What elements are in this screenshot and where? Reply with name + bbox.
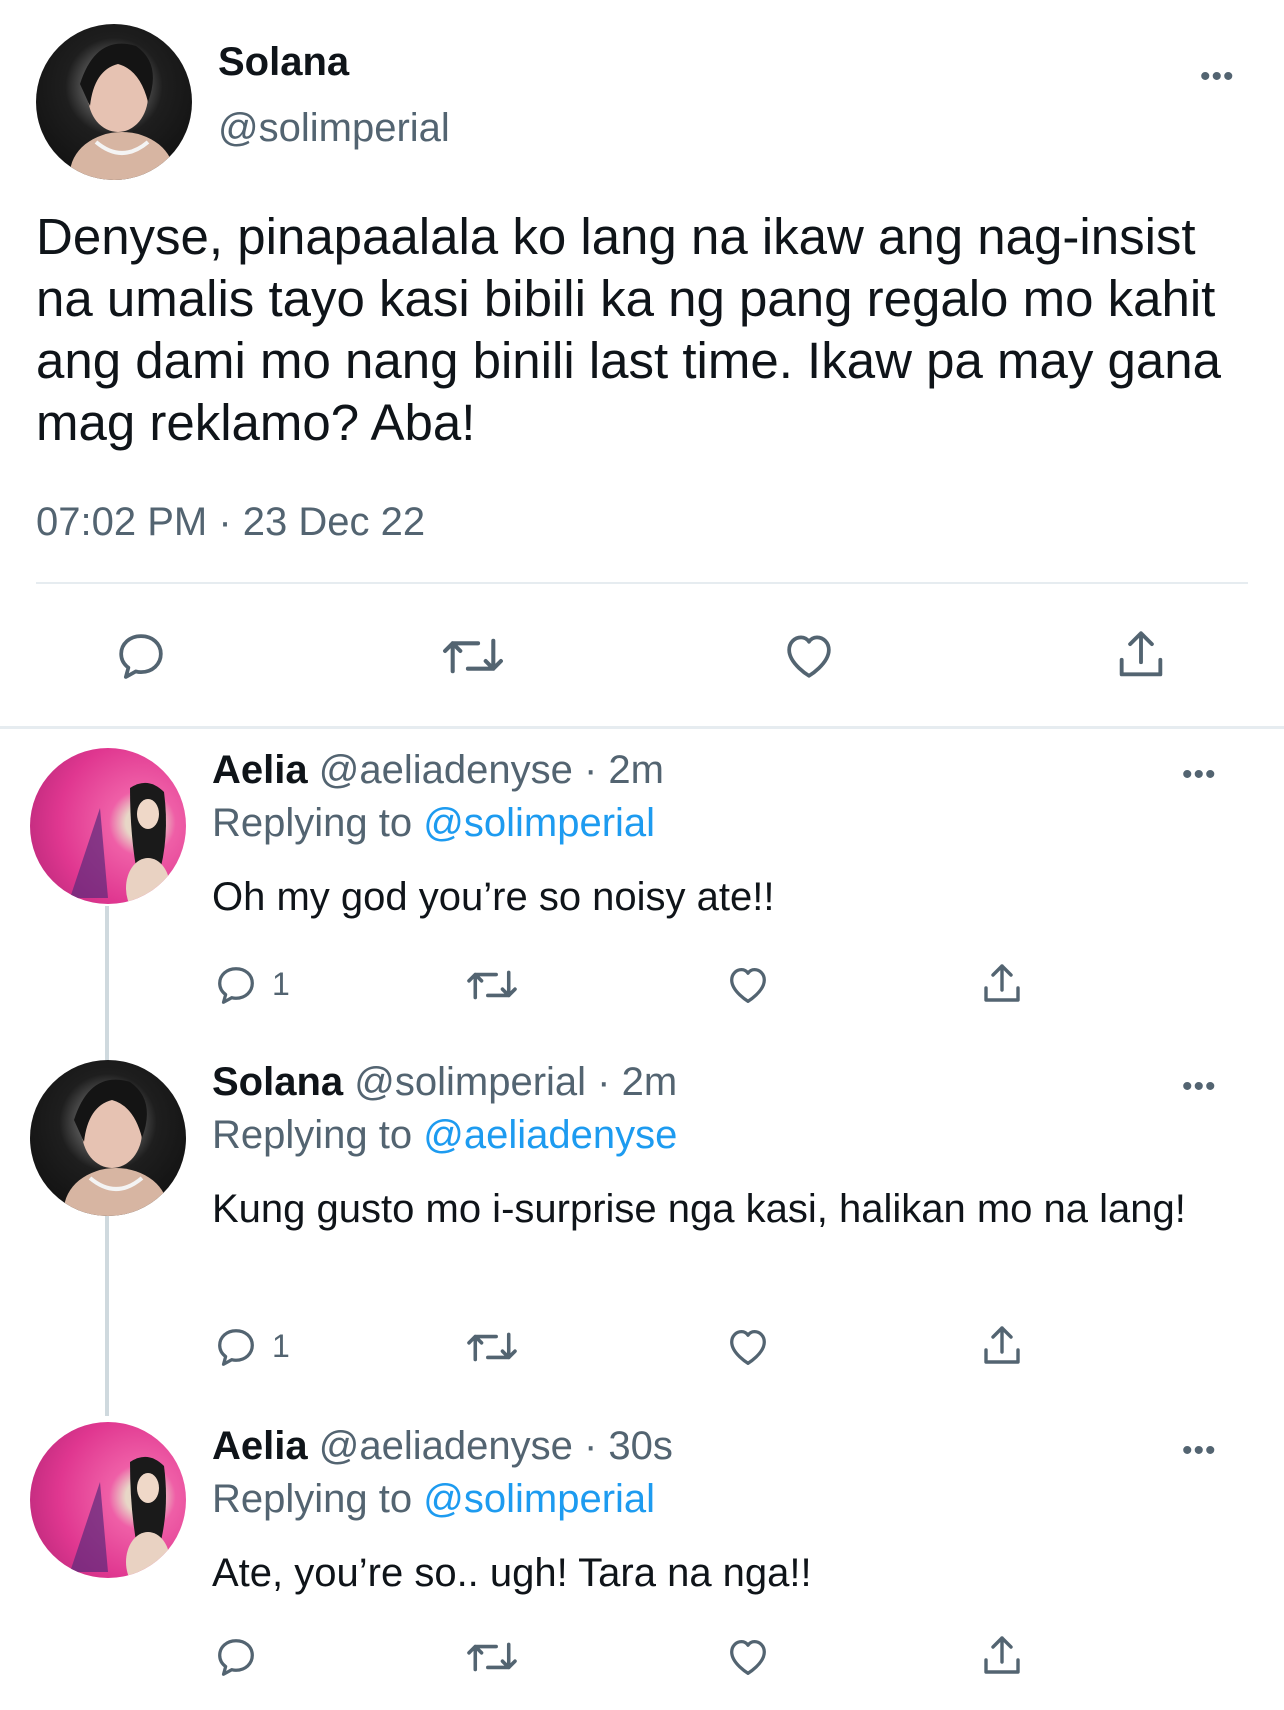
reply-icon[interactable] [212,962,260,1008]
reply-author-name[interactable]: Aelia [212,748,308,792]
reply-header: Aelia @aeliadenyse · 2m [212,748,664,793]
reply-count: 1 [272,966,290,1002]
like-icon[interactable] [780,628,838,684]
reply-more-button[interactable]: ••• [1182,1436,1217,1466]
reply-meta[interactable]: @solimperial · 2m [354,1060,677,1104]
section-divider [0,726,1284,729]
reply-meta[interactable]: @aeliadenyse · 30s [319,1424,673,1468]
share-icon[interactable] [978,960,1026,1008]
like-icon[interactable] [724,962,772,1008]
replying-to-label: Replying to [212,1113,413,1157]
main-author-handle[interactable]: @solimperial [218,106,450,151]
reply-avatar[interactable] [30,1060,186,1216]
reply-header: Solana @solimperial · 2m [212,1060,677,1105]
main-tweet-text: Denyse, pinapaalala ko lang na ikaw ang … [36,208,1221,451]
like-icon[interactable] [724,1634,772,1680]
replying-to-handle[interactable]: @aeliadenyse [423,1113,677,1157]
like-icon[interactable] [724,1324,772,1370]
reply-text: Kung gusto mo i-surprise nga kasi, halik… [212,1187,1186,1231]
avatar-portrait [70,782,170,904]
main-avatar[interactable] [36,24,192,180]
replying-to-line: Replying to @aeliadenyse [212,1113,677,1158]
replying-to-handle[interactable]: @solimperial [423,1477,655,1521]
replying-to-label: Replying to [212,801,413,845]
retweet-icon[interactable] [464,1324,520,1370]
reply-more-button[interactable]: ••• [1182,760,1217,790]
replying-to-line: Replying to @solimperial [212,1477,655,1522]
avatar-portrait [70,1456,170,1578]
reply-count: 1 [272,1328,290,1364]
replying-to-handle[interactable]: @solimperial [423,801,655,845]
reply-meta[interactable]: @aeliadenyse · 2m [319,748,664,792]
avatar-portrait [64,1079,168,1216]
reply-icon[interactable] [112,628,170,684]
reply-header: Aelia @aeliadenyse · 30s [212,1424,673,1469]
main-author-name[interactable]: Solana [218,40,349,85]
reply-text: Oh my god you’re so noisy ate!! [212,875,775,919]
reply-avatar[interactable] [30,748,186,904]
reply-avatar[interactable] [30,1422,186,1578]
main-more-button[interactable]: ••• [1200,62,1235,92]
main-divider [36,582,1248,584]
retweet-icon[interactable] [464,962,520,1008]
reply-more-button[interactable]: ••• [1182,1072,1217,1102]
replying-to-label: Replying to [212,1477,413,1521]
avatar-portrait [70,43,174,180]
reply-icon[interactable] [212,1634,260,1680]
reply-author-name[interactable]: Aelia [212,1424,308,1468]
retweet-icon[interactable] [464,1634,520,1680]
replying-to-line: Replying to @solimperial [212,801,655,846]
share-icon[interactable] [978,1322,1026,1370]
share-icon[interactable] [978,1632,1026,1680]
reply-text: Ate, you’re so.. ugh! Tara na nga!! [212,1551,812,1595]
reply-icon[interactable] [212,1324,260,1370]
reply-author-name[interactable]: Solana [212,1060,343,1104]
share-icon[interactable] [1112,626,1170,684]
main-timestamp[interactable]: 07:02 PM · 23 Dec 22 [36,500,425,545]
retweet-icon[interactable] [440,628,506,684]
